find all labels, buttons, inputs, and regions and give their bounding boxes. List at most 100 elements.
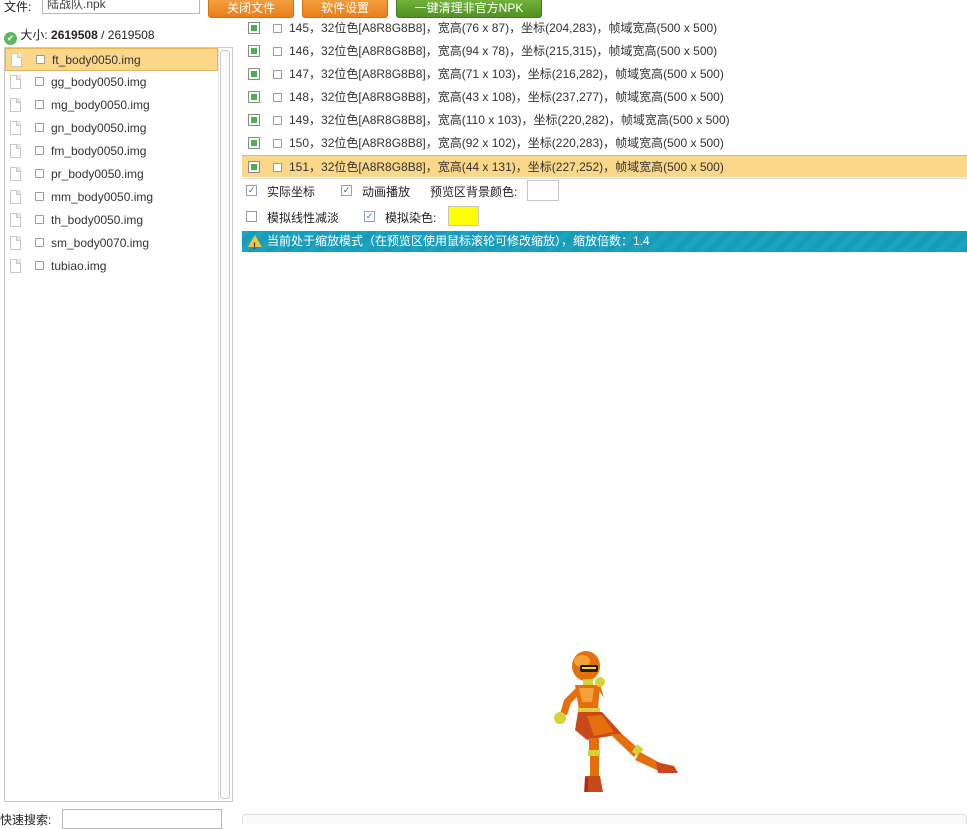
- image-icon: [248, 137, 260, 149]
- bg-color-swatch[interactable]: [527, 180, 559, 201]
- frame-select-checkbox[interactable]: [273, 93, 282, 102]
- frame-select-checkbox[interactable]: [273, 163, 282, 172]
- file-icon: [10, 144, 21, 158]
- anim-play-label: 动画播放: [362, 185, 411, 199]
- frame-info: 147，32位色[A8R8G8B8]，宽高(71 x 103)，坐标(216,2…: [289, 67, 724, 81]
- file-icon: [10, 75, 21, 89]
- file-label: 文件:: [4, 0, 32, 14]
- file-icon: [11, 53, 22, 67]
- actual-coords-label: 实际坐标: [267, 185, 316, 199]
- settings-button[interactable]: 软件设置: [302, 0, 388, 18]
- img-name: tubiao.img: [51, 259, 107, 273]
- img-list: ft_body0050.img gg_body0050.img mg_body005…: [5, 48, 218, 278]
- img-list-item[interactable]: mg_body0050.img: [5, 94, 218, 117]
- img-list-item[interactable]: fm_body0050.img: [5, 140, 218, 163]
- file-icon: [10, 167, 21, 181]
- file-icon: [10, 98, 21, 112]
- frame-info: 150，32位色[A8R8G8B8]，宽高(92 x 102)，坐标(220,2…: [289, 136, 724, 150]
- status-bar: [242, 814, 967, 824]
- size-total: 2619508: [107, 28, 155, 42]
- file-path-field[interactable]: 陆战队.npk: [42, 0, 200, 14]
- anim-play-checkbox[interactable]: ✓: [341, 185, 352, 196]
- sprite-preview: [554, 651, 678, 792]
- divider: [242, 178, 967, 179]
- file-icon: [10, 121, 21, 135]
- close-file-button[interactable]: 关闭文件: [208, 0, 294, 18]
- frame-info: 151，32位色[A8R8G8B8]，宽高(44 x 131)，坐标(227,2…: [289, 160, 724, 174]
- dye-label: 模拟染色:: [385, 211, 437, 225]
- image-icon: [248, 91, 260, 103]
- img-name: ft_body0050.img: [52, 53, 141, 67]
- img-name: mg_body0050.img: [51, 98, 150, 112]
- linear-fade-checkbox[interactable]: [246, 211, 257, 222]
- frame-info: 149，32位色[A8R8G8B8]，宽高(110 x 103)，坐标(220,…: [289, 113, 730, 127]
- image-icon: [248, 68, 260, 80]
- quick-search-label: 快速搜索:: [0, 813, 52, 827]
- frame-list: 145，32位色[A8R8G8B8]，宽高(76 x 87)，坐标(204,28…: [242, 20, 967, 177]
- img-select-checkbox[interactable]: [35, 77, 44, 86]
- img-name: sm_body0070.img: [51, 236, 150, 250]
- img-name: gn_body0050.img: [51, 121, 147, 135]
- img-name: mm_body0050.img: [51, 190, 154, 204]
- frame-row[interactable]: 146，32位色[A8R8G8B8]，宽高(94 x 78)，坐标(215,31…: [242, 40, 967, 63]
- frame-row[interactable]: 145，32位色[A8R8G8B8]，宽高(76 x 87)，坐标(204,28…: [242, 20, 967, 40]
- image-icon: [248, 45, 260, 57]
- img-list-scrollbar[interactable]: [218, 49, 231, 800]
- bg-color-label: 预览区背景颜色:: [430, 185, 518, 199]
- frame-row[interactable]: 151，32位色[A8R8G8B8]，宽高(44 x 131)，坐标(227,2…: [242, 155, 967, 177]
- img-list-item[interactable]: tubiao.img: [5, 255, 218, 278]
- frame-select-checkbox[interactable]: [273, 24, 282, 33]
- scrollbar-thumb[interactable]: [220, 50, 230, 799]
- img-select-checkbox[interactable]: [35, 215, 44, 224]
- img-select-checkbox[interactable]: [35, 238, 44, 247]
- zoom-mode-notice: ! 当前处于缩放模式（在预览区使用鼠标滚轮可修改缩放），缩放倍数：1.4: [242, 231, 967, 252]
- dye-color-swatch[interactable]: [448, 206, 479, 226]
- image-icon: [248, 114, 260, 126]
- frame-row[interactable]: 150，32位色[A8R8G8B8]，宽高(92 x 102)，坐标(220,2…: [242, 132, 967, 155]
- warning-icon: !: [248, 235, 262, 251]
- img-list-item[interactable]: mm_body0050.img: [5, 186, 218, 209]
- img-list-item[interactable]: pr_body0050.img: [5, 163, 218, 186]
- image-icon: [248, 22, 260, 34]
- img-select-checkbox[interactable]: [35, 100, 44, 109]
- img-list-item[interactable]: ft_body0050.img: [5, 48, 218, 71]
- img-select-checkbox[interactable]: [36, 55, 45, 64]
- frame-row[interactable]: 147，32位色[A8R8G8B8]，宽高(71 x 103)，坐标(216,2…: [242, 63, 967, 86]
- img-select-checkbox[interactable]: [35, 169, 44, 178]
- size-label: 大小:: [20, 28, 48, 42]
- size-current: 2619508: [51, 28, 98, 42]
- file-icon: [10, 259, 21, 273]
- img-list-item[interactable]: gg_body0050.img: [5, 71, 218, 94]
- check-circle-icon: ✔: [4, 32, 17, 45]
- img-list-item[interactable]: gn_body0050.img: [5, 117, 218, 140]
- img-name: fm_body0050.img: [51, 144, 147, 158]
- image-icon: [248, 161, 260, 173]
- img-select-checkbox[interactable]: [35, 192, 44, 201]
- frame-info: 146，32位色[A8R8G8B8]，宽高(94 x 78)，坐标(215,31…: [289, 44, 718, 58]
- panel-splitter[interactable]: [236, 20, 239, 824]
- file-icon: [10, 236, 21, 250]
- img-select-checkbox[interactable]: [35, 261, 44, 270]
- img-list-panel: ft_body0050.img gg_body0050.img mg_body005…: [4, 47, 233, 802]
- frame-row[interactable]: 148，32位色[A8R8G8B8]，宽高(43 x 108)，坐标(237,2…: [242, 86, 967, 109]
- file-icon: [10, 190, 21, 204]
- file-icon: [10, 213, 21, 227]
- img-select-checkbox[interactable]: [35, 146, 44, 155]
- actual-coords-checkbox[interactable]: ✓: [246, 185, 257, 196]
- img-select-checkbox[interactable]: [35, 123, 44, 132]
- img-name: gg_body0050.img: [51, 75, 147, 89]
- preview-area[interactable]: [242, 252, 967, 812]
- toolbar: 文件: 陆战队.npk 关闭文件 软件设置 一键清理非官方NPK: [0, 0, 967, 20]
- quick-search-input[interactable]: [62, 809, 222, 829]
- frame-select-checkbox[interactable]: [273, 116, 282, 125]
- img-list-item[interactable]: th_body0050.img: [5, 209, 218, 232]
- dye-checkbox[interactable]: ✓: [364, 211, 375, 222]
- size-separator: /: [101, 28, 105, 42]
- size-info: ✔ 大小: 2619508 / 2619508: [4, 26, 155, 45]
- img-list-item[interactable]: sm_body0070.img: [5, 232, 218, 255]
- clean-unofficial-npk-button[interactable]: 一键清理非官方NPK: [396, 0, 542, 18]
- frame-select-checkbox[interactable]: [273, 139, 282, 148]
- frame-select-checkbox[interactable]: [273, 47, 282, 56]
- frame-row[interactable]: 149，32位色[A8R8G8B8]，宽高(110 x 103)，坐标(220,…: [242, 109, 967, 132]
- frame-select-checkbox[interactable]: [273, 70, 282, 79]
